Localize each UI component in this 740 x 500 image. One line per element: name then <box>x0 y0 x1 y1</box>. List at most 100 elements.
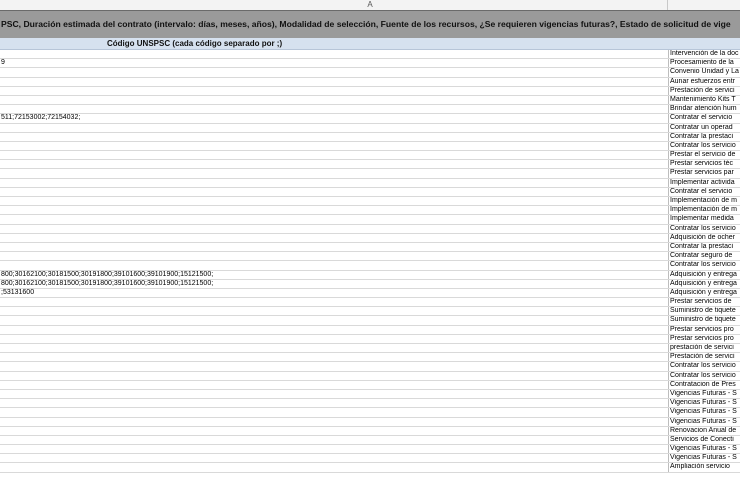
description-cell[interactable]: Contratar seguro de <box>668 252 740 261</box>
table-row[interactable]: Contratar el servicio <box>0 187 740 197</box>
table-row[interactable]: Contratacion de Pres <box>0 380 740 390</box>
subheader-row[interactable]: Código UNSPSC (cada código separado por … <box>0 38 740 50</box>
unspsc-code-cell[interactable] <box>0 96 668 104</box>
table-row[interactable]: Contratar los servicio <box>0 224 740 234</box>
unspsc-code-cell[interactable] <box>0 335 668 343</box>
unspsc-code-cell[interactable] <box>0 326 668 334</box>
unspsc-code-cell[interactable] <box>0 307 668 315</box>
description-cell[interactable]: Vigencias Futuras - S <box>668 389 740 399</box>
table-row[interactable]: 800;30162100;30181500;30191800;39101600;… <box>0 279 740 289</box>
unspsc-code-cell[interactable] <box>0 390 668 398</box>
unspsc-code-cell[interactable] <box>0 225 668 233</box>
description-cell[interactable]: Contratar los servicio <box>668 371 740 380</box>
description-cell[interactable]: prestación de servici <box>668 344 740 353</box>
table-row[interactable]: Implementar activida <box>0 178 740 188</box>
table-row[interactable]: Prestación de servici <box>0 86 740 96</box>
unspsc-code-cell[interactable] <box>0 215 668 223</box>
unspsc-code-cell[interactable] <box>0 362 668 370</box>
description-cell[interactable]: Prestar servicios téc <box>668 160 740 169</box>
description-cell[interactable]: Prestar el servicio de <box>668 151 740 160</box>
unspsc-code-cell[interactable]: 800;30162100;30181500;30191800;39101600;… <box>0 271 668 279</box>
table-row[interactable]: Implementar medida <box>0 215 740 225</box>
unspsc-code-cell[interactable] <box>0 142 668 150</box>
unspsc-code-cell[interactable]: 9 <box>0 59 668 67</box>
description-cell[interactable]: Vigencias Futuras - S <box>668 417 740 426</box>
description-cell[interactable]: Renovacion Anual de <box>668 426 740 435</box>
table-row[interactable]: Contratar un operad <box>0 123 740 133</box>
table-row[interactable]: Suministro de tiquete <box>0 316 740 326</box>
description-cell[interactable]: Contratar la prestaci <box>668 132 740 141</box>
table-row[interactable]: Prestar servicios pro <box>0 334 740 344</box>
unspsc-code-cell[interactable] <box>0 188 668 196</box>
description-cell[interactable]: Adquisición de ocher <box>668 233 740 242</box>
table-row[interactable]: Vigencias Futuras - S <box>0 454 740 464</box>
table-row[interactable]: Prestar servicios de <box>0 298 740 308</box>
unspsc-code-cell[interactable] <box>0 399 668 407</box>
unspsc-code-cell[interactable] <box>0 408 668 416</box>
table-row[interactable]: Contratar los servicio <box>0 371 740 381</box>
table-row[interactable]: Vigencias Futuras - S <box>0 408 740 418</box>
table-row[interactable]: Contratar los servicio <box>0 141 740 152</box>
table-row[interactable]: Vigencias Futuras - S <box>0 417 740 427</box>
unspsc-code-cell[interactable]: 800;30162100;30181500;30191800;39101600;… <box>0 280 668 288</box>
description-cell[interactable]: Procesamiento de la <box>668 59 740 68</box>
unspsc-code-cell[interactable] <box>0 372 668 380</box>
table-row[interactable]: Contratar la prestaci <box>0 242 740 253</box>
unspsc-code-cell[interactable] <box>0 353 668 361</box>
table-row[interactable]: Convenio Unidad y La <box>0 68 740 78</box>
table-row[interactable]: Contratar seguro de <box>0 252 740 262</box>
unspsc-code-cell[interactable] <box>0 169 668 177</box>
unspsc-code-cell[interactable] <box>0 381 668 389</box>
table-row[interactable]: Vigencias Futuras - S <box>0 399 740 409</box>
description-cell[interactable]: Prestar servicios pro <box>668 334 740 343</box>
description-cell[interactable]: Adquisición y entrega <box>668 288 740 298</box>
unspsc-code-cell[interactable] <box>0 78 668 86</box>
unspsc-code-cell[interactable] <box>0 133 668 141</box>
description-cell[interactable]: Contratar los servicio <box>668 261 740 270</box>
description-cell[interactable]: Contratar el servicio <box>668 114 740 123</box>
description-cell[interactable]: Convenio Unidad y La <box>668 68 740 77</box>
unspsc-code-cell[interactable] <box>0 68 668 76</box>
table-row[interactable]: Prestar el servicio de <box>0 151 740 161</box>
description-cell[interactable]: Intervención de la doc <box>668 50 740 59</box>
table-row[interactable]: prestación de servici <box>0 344 740 354</box>
table-row[interactable]: Contratar los servicio <box>0 261 740 271</box>
description-cell[interactable]: Vigencias Futuras - S <box>668 408 740 417</box>
description-cell[interactable]: Vigencias Futuras - S <box>668 445 740 454</box>
unspsc-code-cell[interactable] <box>0 197 668 205</box>
unspsc-code-cell[interactable] <box>0 179 668 187</box>
description-cell[interactable]: Vigencias Futuras - S <box>668 454 740 463</box>
table-row[interactable]: ;53131600 Adquisición y entrega <box>0 288 740 299</box>
table-row[interactable]: 9 Procesamiento de la <box>0 59 740 69</box>
description-cell[interactable]: Aunar esfuerzos entr <box>668 77 740 86</box>
unspsc-code-cell[interactable] <box>0 344 668 352</box>
column-separator[interactable] <box>667 0 668 10</box>
unspsc-code-cell[interactable] <box>0 427 668 435</box>
table-row[interactable]: Contratar la prestaci <box>0 132 740 142</box>
description-cell[interactable]: Implementación de m <box>668 197 740 206</box>
table-row[interactable]: 511;72153002;72154032; Contratar el servi… <box>0 114 740 124</box>
table-row[interactable]: Prestar servicios pro <box>0 325 740 335</box>
unspsc-code-cell[interactable] <box>0 105 668 113</box>
description-cell[interactable]: Prestar servicios par <box>668 169 740 178</box>
description-cell[interactable]: Suministro de tiquete <box>668 307 740 316</box>
description-cell[interactable]: Contratar los servicio <box>668 141 740 151</box>
description-cell[interactable]: Prestar servicios de <box>668 298 740 307</box>
description-cell[interactable]: Vigencias Futuras - S <box>668 399 740 408</box>
unspsc-code-cell[interactable] <box>0 261 668 269</box>
description-cell[interactable]: Mantenimiento Kits T <box>668 95 740 105</box>
description-cell[interactable]: Contratar los servicio <box>668 224 740 233</box>
description-cell[interactable]: Contratar un operad <box>668 123 740 132</box>
description-cell[interactable]: Contratar los servicio <box>668 362 740 371</box>
description-cell[interactable]: Brindar atención hum <box>668 105 740 114</box>
unspsc-code-cell[interactable] <box>0 418 668 426</box>
description-cell[interactable]: Implementar medida <box>668 215 740 224</box>
unspsc-code-cell[interactable] <box>0 234 668 242</box>
unspsc-code-cell[interactable] <box>0 124 668 132</box>
unspsc-code-cell[interactable] <box>0 50 668 58</box>
table-row[interactable]: Implementación de m <box>0 197 740 207</box>
unspsc-code-cell[interactable] <box>0 454 668 462</box>
description-cell[interactable]: Contratar el servicio <box>668 187 740 196</box>
description-cell[interactable]: Contratacion de Pres <box>668 380 740 389</box>
table-row[interactable]: Aunar esfuerzos entr <box>0 77 740 87</box>
